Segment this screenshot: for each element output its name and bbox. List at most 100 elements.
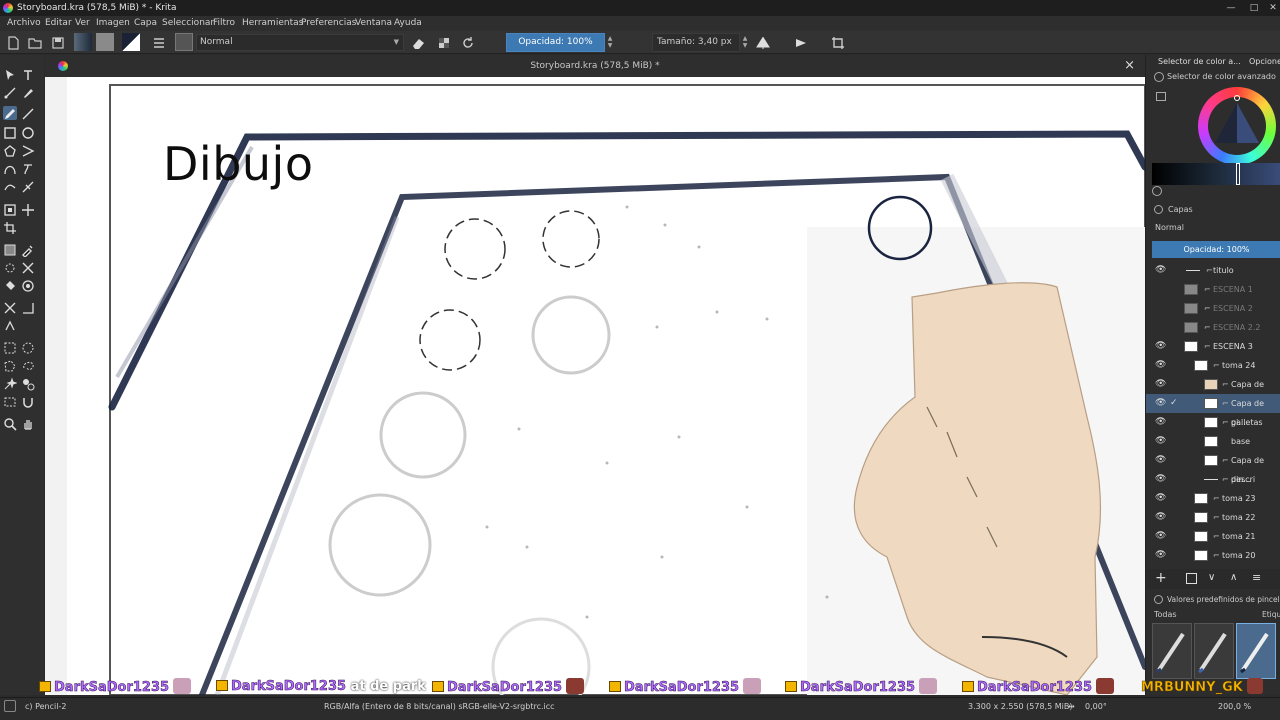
pattern-swatch[interactable] — [96, 33, 114, 51]
zoom-tool-icon[interactable] — [3, 416, 17, 431]
freehand-brush-icon[interactable] — [3, 106, 17, 120]
transform-tool-icon[interactable] — [3, 202, 17, 216]
reload-preset-icon[interactable] — [460, 35, 476, 51]
layer-row[interactable]: ⌐ ESCENA 2 — [1146, 299, 1280, 318]
open-folder-icon[interactable] — [27, 35, 43, 51]
close-window-button[interactable]: ✕ — [1268, 0, 1278, 16]
menu-preferencias[interactable]: Preferencias — [301, 16, 356, 31]
rect-select-icon[interactable] — [3, 340, 17, 354]
layer-row[interactable]: 👁 ⌐ toma 22 — [1146, 508, 1280, 527]
select-shapes-icon[interactable] — [3, 67, 17, 81]
eye-icon[interactable]: 👁 — [1155, 489, 1166, 508]
menu-herramientas[interactable]: Herramientas — [242, 16, 303, 31]
move-up-icon[interactable]: ∧ — [1230, 572, 1237, 583]
layer-row[interactable]: 👁⌐Capa de pin... — [1146, 375, 1280, 408]
calligraphy-icon[interactable] — [21, 85, 35, 99]
eye-icon[interactable]: 👁 — [1155, 356, 1166, 375]
smart-patch-icon[interactable] — [21, 260, 35, 274]
menu-capa[interactable]: Capa — [134, 16, 157, 31]
rotation-icon[interactable]: ↔ — [1068, 698, 1075, 715]
layer-row[interactable]: 👁⌐Capa de pin... — [1146, 451, 1280, 484]
ellipse-tool-icon[interactable] — [21, 125, 35, 139]
eye-icon[interactable]: 👁 — [1155, 451, 1166, 470]
freehand-path-icon[interactable] — [21, 161, 35, 175]
brush-tag-select[interactable]: Etique — [1262, 610, 1280, 619]
eye-icon[interactable]: 👁 — [1155, 432, 1166, 451]
mirror-horizontal-icon[interactable] — [755, 35, 771, 51]
bezier-select-icon[interactable] — [3, 394, 17, 408]
layer-row[interactable]: 👁 ⌐ descri — [1146, 470, 1280, 489]
eye-icon[interactable]: 👁 — [1155, 375, 1166, 394]
gradient-tool-icon[interactable] — [3, 242, 17, 256]
refresh-icon[interactable] — [1152, 186, 1162, 196]
brush-filter-select[interactable]: Todas — [1154, 610, 1177, 619]
color-history-bar[interactable] — [1152, 163, 1280, 185]
polygon-select-icon[interactable] — [3, 358, 17, 372]
opacity-slider[interactable]: Opacidad: 100% — [506, 33, 605, 52]
alpha-lock-icon[interactable] — [436, 35, 452, 51]
layer-blend-mode[interactable]: Normal — [1155, 223, 1184, 232]
new-document-icon[interactable] — [5, 35, 21, 51]
duplicate-layer-icon[interactable] — [1186, 573, 1197, 584]
eye-icon[interactable]: 👁 — [1155, 337, 1166, 356]
canvas-area[interactable]: Storyboard.kra (578,5 MiB) * × Dibujo — [45, 55, 1145, 695]
menu-ver[interactable]: Ver — [75, 16, 90, 31]
eye-icon[interactable]: 👁 — [1155, 527, 1166, 546]
contiguous-select-icon[interactable] — [3, 376, 18, 390]
wrap-around-icon[interactable] — [830, 35, 846, 51]
eye-icon[interactable]: 👁 — [1155, 470, 1166, 489]
color-picker-icon[interactable] — [21, 242, 35, 258]
document-tab[interactable]: Storyboard.kra (578,5 MiB) * × — [45, 55, 1145, 77]
eye-icon[interactable]: 👁 — [1155, 394, 1166, 413]
layer-row[interactable]: ⌐ ESCENA 2.2 — [1146, 318, 1280, 337]
eraser-icon[interactable] — [410, 35, 426, 51]
layer-row[interactable]: 👁 ⌐ galletas — [1146, 413, 1280, 432]
layer-row[interactable]: 👁 ⌐ toma 23 — [1146, 489, 1280, 508]
magnetic-select-icon[interactable] — [21, 394, 35, 408]
brush-preset-pen[interactable] — [1194, 623, 1234, 679]
eye-icon[interactable]: 👁 — [1155, 546, 1166, 565]
freehand-select-icon[interactable] — [21, 358, 35, 372]
pan-tool-icon[interactable] — [21, 416, 35, 430]
polygon-tool-icon[interactable] — [3, 143, 17, 157]
size-slider[interactable]: Tamaño: 3,40 px — [652, 33, 740, 52]
layer-menu-icon[interactable]: ≡ — [1252, 571, 1261, 584]
move-down-icon[interactable]: ∨ — [1208, 572, 1215, 583]
move-tool-icon[interactable] — [21, 202, 35, 216]
enclose-fill-icon[interactable] — [21, 278, 35, 292]
menu-imagen[interactable]: Imagen — [96, 16, 130, 31]
eye-icon[interactable]: 👁 — [1155, 261, 1166, 280]
menu-ventana[interactable]: Ventana — [355, 16, 392, 31]
bezier-curve-icon[interactable] — [3, 161, 17, 175]
layer-row[interactable]: 👁 ⌐ toma 24 — [1146, 356, 1280, 375]
fill-bucket-icon[interactable] — [3, 278, 17, 292]
brush-preset-pencil[interactable] — [1152, 623, 1192, 679]
dynamic-brush-icon[interactable] — [3, 179, 17, 193]
brush-settings-icon[interactable] — [151, 35, 167, 51]
drawing-canvas[interactable]: Dibujo — [67, 77, 1145, 695]
tab-options[interactable]: Opcione — [1249, 57, 1280, 66]
dock-settings-icon[interactable] — [1154, 72, 1164, 82]
color-config-icon[interactable] — [1156, 92, 1166, 101]
similar-select-icon[interactable] — [21, 376, 35, 391]
menu-ayuda[interactable]: Ayuda — [394, 16, 422, 31]
layer-row[interactable]: 👁 ⌐ ESCENA 3 — [1146, 337, 1280, 356]
mirror-vertical-icon[interactable] — [793, 35, 809, 51]
layer-row[interactable]: 👁 base — [1146, 432, 1280, 451]
rectangle-tool-icon[interactable] — [3, 125, 17, 139]
layer-row[interactable]: ⌐ ESCENA 1 — [1146, 280, 1280, 299]
menu-seleccionar[interactable]: Seleccionar — [162, 16, 214, 31]
crop-tool-icon[interactable] — [3, 220, 17, 234]
tab-color-selector[interactable]: Selector de color a... — [1158, 57, 1241, 66]
eye-icon[interactable]: 👁 — [1155, 508, 1166, 527]
size-spin-icon[interactable]: ▲ ▼ — [741, 35, 749, 49]
measure-tool-icon[interactable] — [21, 300, 35, 314]
menu-archivo[interactable]: Archivo — [7, 16, 41, 31]
status-rotation[interactable]: 0,00° — [1085, 698, 1107, 715]
close-document-button[interactable]: × — [1124, 55, 1135, 77]
layer-row-selected[interactable]: 👁 ✓ ⌐ Capa de pi... — [1146, 394, 1280, 427]
layer-row[interactable]: 👁 ⌐ toma 20 — [1146, 546, 1280, 565]
add-layer-icon[interactable]: + — [1155, 570, 1167, 586]
assistant-tool-icon[interactable] — [3, 300, 17, 314]
ellipse-select-icon[interactable] — [21, 340, 35, 354]
